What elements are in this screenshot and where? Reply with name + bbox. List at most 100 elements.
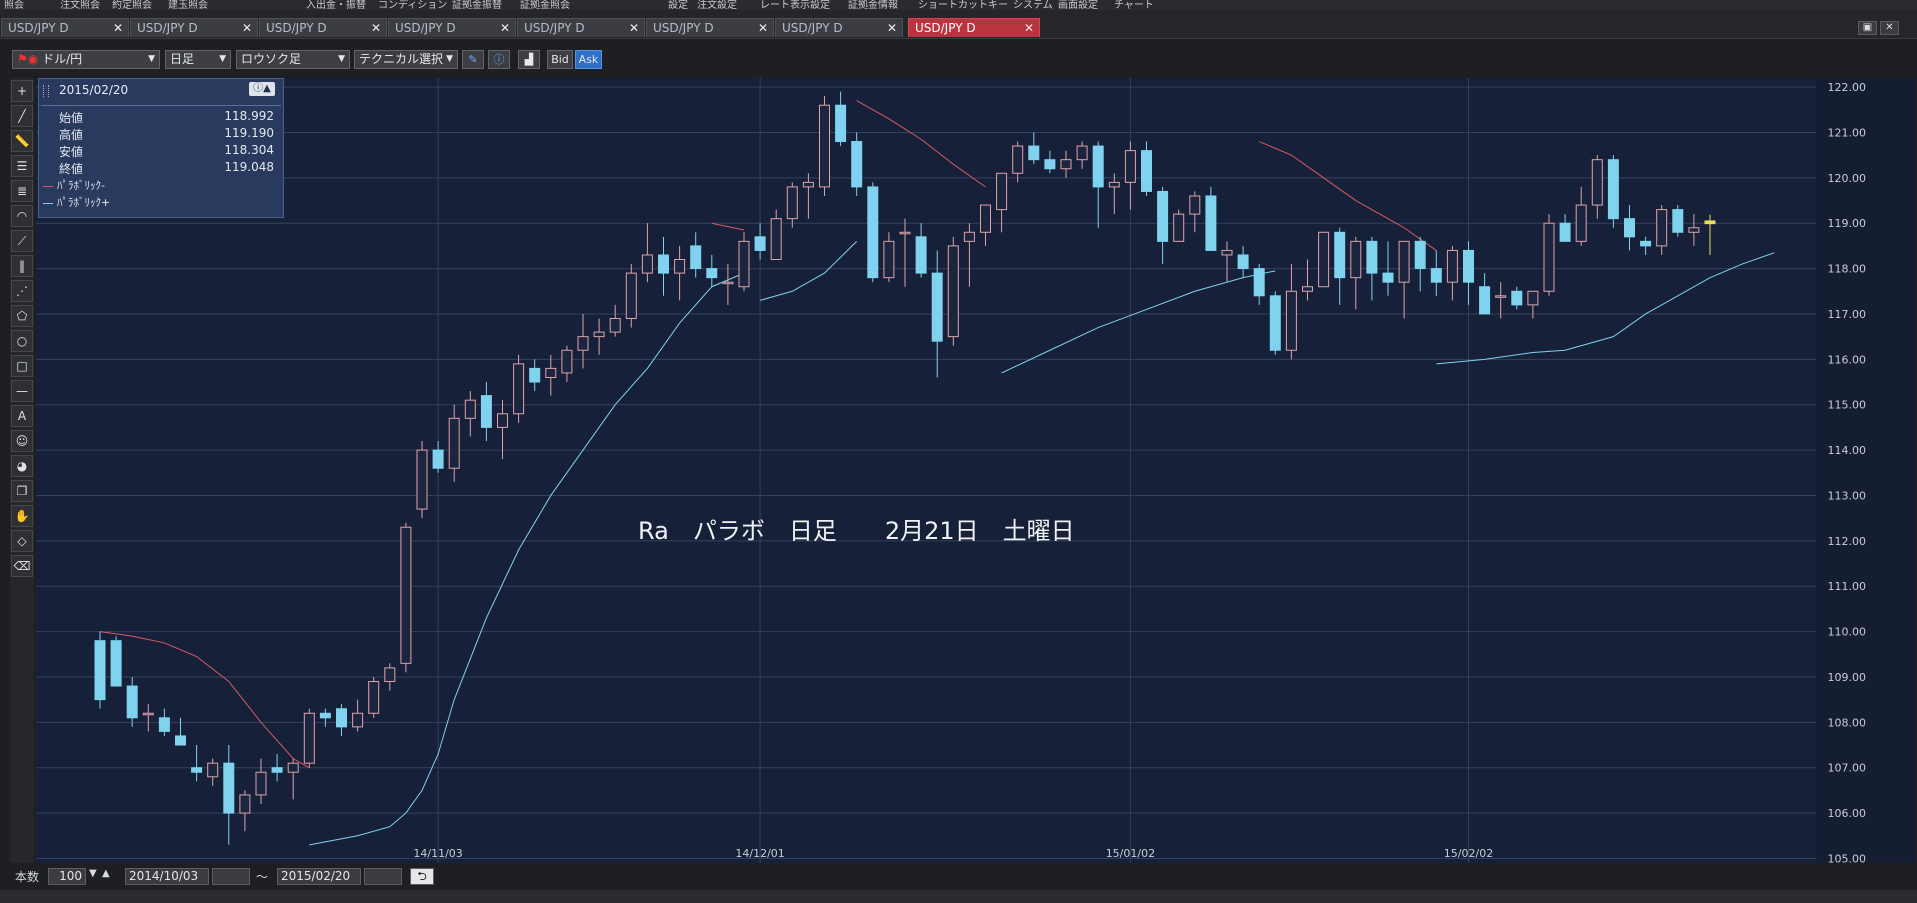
menu-item[interactable]: コンディション [378, 0, 447, 10]
chart-tab[interactable]: USD/JPY D ✕ [517, 18, 645, 37]
horizontal-line-icon[interactable]: — [11, 380, 33, 402]
candle-body [1221, 249, 1233, 256]
chart-tab[interactable]: USD/JPY D ✕ [388, 18, 516, 37]
menu-item[interactable]: 注文設定 [697, 0, 737, 10]
gann-fan-icon[interactable]: ⋰ [11, 280, 33, 302]
y-tick-label: 121.00 [1828, 126, 1867, 139]
candle-body [545, 367, 557, 378]
horizontal-lines-icon[interactable]: ☰ [11, 155, 33, 177]
close-tab-icon[interactable]: ✕ [371, 19, 381, 37]
close-window-icon[interactable]: ✕ [1880, 21, 1899, 35]
count-field[interactable]: 100 [48, 868, 86, 885]
menu-item[interactable]: 注文照会 [60, 0, 100, 10]
count-up-icon[interactable]: ▲ [102, 868, 110, 879]
fib-arc-icon[interactable]: ◠ [11, 205, 33, 227]
rectangle-icon[interactable]: □ [11, 355, 33, 377]
candle-body [1575, 204, 1587, 242]
candle-body [963, 231, 975, 242]
range-tilde: ～ [256, 870, 269, 884]
menu-item[interactable]: 照会 [4, 0, 24, 10]
chart-tab[interactable]: USD/JPY D ✕ [130, 18, 258, 37]
draw-pen-icon[interactable]: ✎ [462, 50, 484, 69]
from-time-field[interactable] [212, 868, 250, 885]
info-collapse-icon[interactable]: ⓘ▲ [249, 82, 275, 96]
timeframe-select[interactable]: 日足 ▼ [165, 50, 231, 69]
close-tab-icon[interactable]: ✕ [758, 19, 768, 37]
candle-body [1350, 240, 1362, 279]
smiley-icon[interactable]: ☺ [11, 430, 33, 452]
candle-body [1624, 218, 1635, 238]
copy-icon[interactable]: ❐ [11, 480, 33, 502]
menu-item[interactable]: 入出金・振替 [306, 0, 366, 10]
ohlc-label: 高値 [59, 128, 84, 142]
close-tab-icon[interactable]: ✕ [500, 19, 510, 37]
eraser-icon[interactable]: ◇ [11, 530, 33, 552]
clear-all-icon[interactable]: ⌫ [11, 555, 33, 577]
menu-item[interactable]: 証拠金振替 [452, 0, 502, 10]
count-down-icon[interactable]: ▼ [89, 868, 97, 879]
close-tab-icon[interactable]: ✕ [1024, 19, 1034, 37]
y-tick-label: 118.00 [1828, 263, 1867, 276]
candle-body [577, 336, 589, 351]
candle-body [802, 181, 814, 188]
close-tab-icon[interactable]: ✕ [887, 19, 897, 37]
to-time-field[interactable] [364, 868, 402, 885]
chart-type-select[interactable]: ロウソク足 ▼ [236, 50, 350, 69]
chart-tab[interactable]: USD/JPY D ✕ [775, 18, 903, 37]
ask-button[interactable]: Ask [575, 50, 602, 69]
chevron-down-icon: ▼ [219, 54, 226, 64]
menu-item[interactable]: 約定照会 [112, 0, 152, 10]
text-tool-icon[interactable]: A [11, 405, 33, 427]
technical-select[interactable]: テクニカル選択 ▼ [354, 50, 458, 69]
menu-item[interactable]: 証拠金照会 [520, 0, 570, 10]
close-tab-icon[interactable]: ✕ [242, 19, 252, 37]
menu-item[interactable]: 建玉照会 [168, 0, 208, 10]
chart-tab[interactable]: USD/JPY D ✕ [1, 18, 129, 37]
ohlc-value: 119.190 [224, 126, 274, 140]
close-tab-icon[interactable]: ✕ [113, 19, 123, 37]
chart-tab[interactable]: USD/JPY D ✕ [908, 18, 1040, 37]
volume-chart-icon[interactable]: ▟ [518, 50, 540, 69]
candle-body [1285, 290, 1297, 351]
currency-pair-select[interactable]: ⚑◉ ドル/円 ▼ [12, 50, 160, 69]
y-tick-label: 109.00 [1828, 671, 1867, 684]
menu-item[interactable]: 設定 [668, 0, 688, 10]
chart-tab-label: USD/JPY D [395, 21, 456, 35]
ohlc-row: 高値 119.190 [59, 126, 274, 142]
apply-range-icon[interactable]: ⮌ [410, 868, 434, 885]
menu-item[interactable]: 画面設定 [1058, 0, 1098, 10]
legend-swatch [43, 202, 53, 204]
candle-body [1076, 145, 1088, 161]
marker-icon[interactable]: ◕ [11, 455, 33, 477]
menu-item[interactable]: 証拠金情報 [848, 0, 898, 10]
hand-icon[interactable]: ✋ [11, 505, 33, 527]
bid-button[interactable]: Bid [547, 50, 573, 69]
from-date-field[interactable]: 2014/10/03 [125, 868, 209, 885]
candle-body [480, 395, 492, 428]
crosshair-icon[interactable]: + [11, 80, 33, 102]
vertical-lines-icon[interactable]: ‖ [11, 255, 33, 277]
chart-tab[interactable]: USD/JPY D ✕ [646, 18, 774, 37]
chart-tab[interactable]: USD/JPY D ✕ [259, 18, 387, 37]
close-tab-icon[interactable]: ✕ [629, 19, 639, 37]
menu-item[interactable]: システム [1013, 0, 1053, 10]
trendline-icon[interactable]: ╱ [11, 105, 33, 127]
menu-item[interactable]: レート表示設定 [760, 0, 830, 10]
drag-handle-icon[interactable] [43, 85, 49, 97]
menu-item[interactable]: チャート [1114, 0, 1154, 10]
to-date-field[interactable]: 2015/02/20 [277, 868, 361, 885]
restore-window-icon[interactable]: ▣ [1858, 21, 1877, 35]
candlestick-chart[interactable]: 105.00 106.00 107.00 108.00 109.00 110.00 111.… [36, 78, 1916, 863]
chevron-down-icon: ▼ [446, 54, 453, 64]
fan-lines-icon[interactable]: ⟋ [11, 230, 33, 252]
candle-body [368, 680, 380, 714]
info-icon[interactable]: ⓘ [488, 50, 510, 69]
candle-body [1108, 181, 1120, 188]
menu-item[interactable]: ショートカットキー [918, 0, 1008, 10]
circle-icon[interactable]: ○ [11, 330, 33, 352]
ruler-icon[interactable]: 📏 [11, 130, 33, 152]
fibonacci-icon[interactable]: ≣ [11, 180, 33, 202]
candle-body [706, 268, 718, 279]
pentagon-icon[interactable]: ⬠ [11, 305, 33, 327]
candle-body [255, 771, 267, 796]
